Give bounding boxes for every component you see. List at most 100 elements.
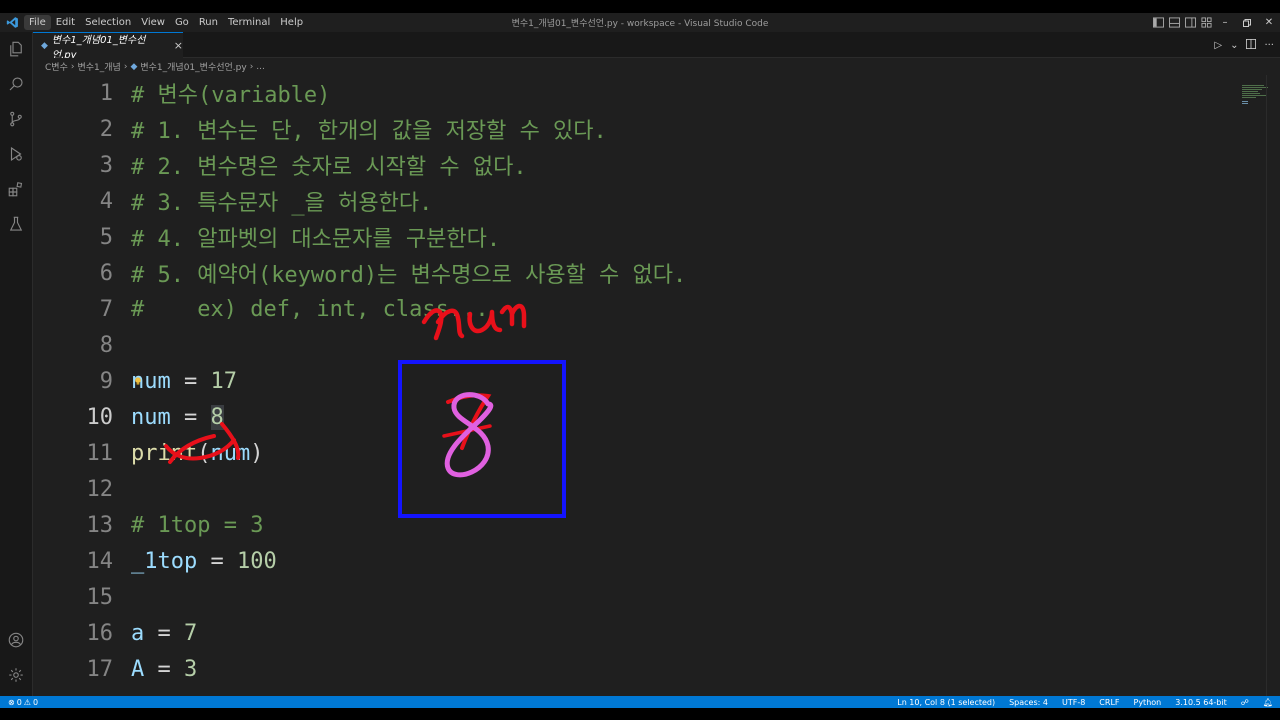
breadcrumb: C변수 › 변수1_개념 › ◆ 변수1_개념01_변수선언.py › ... bbox=[33, 58, 1280, 75]
run-debug-icon[interactable] bbox=[6, 144, 26, 164]
line-number: 11 bbox=[86, 440, 114, 466]
code-line: 2 # 1. 변수는 단, 한개의 값을 저장할 수 있다. bbox=[33, 111, 1233, 147]
variable-token: num bbox=[131, 404, 171, 430]
run-file-icon[interactable]: ▷ bbox=[1214, 40, 1222, 51]
minimap[interactable] bbox=[1242, 85, 1268, 115]
cursor-position[interactable]: Ln 10, Col 8 (1 selected) bbox=[890, 698, 1002, 707]
toggle-panel-icon[interactable] bbox=[1166, 13, 1182, 32]
error-count: 0 bbox=[16, 697, 22, 707]
code-line: 11 print(num) bbox=[33, 435, 1233, 471]
code-line: 12 bbox=[33, 471, 1233, 507]
settings-gear-icon[interactable] bbox=[6, 665, 26, 685]
breadcrumb-file[interactable]: 변수1_개념01_변수선언.py bbox=[140, 60, 246, 73]
error-icon: ⊗ bbox=[8, 697, 15, 707]
breadcrumb-separator-icon: › bbox=[249, 61, 254, 72]
code-line: 13 # 1top = 3 bbox=[33, 507, 1233, 543]
menu-help[interactable]: Help bbox=[275, 15, 308, 30]
operator-token: = bbox=[144, 620, 184, 646]
line-number: 17 bbox=[86, 656, 114, 682]
extensions-icon[interactable] bbox=[6, 179, 26, 199]
menu-edit[interactable]: Edit bbox=[51, 15, 80, 30]
argument-token: num bbox=[210, 440, 251, 466]
split-editor-icon[interactable] bbox=[1246, 38, 1257, 52]
close-window-icon[interactable]: ✕ bbox=[1258, 13, 1280, 32]
tab-label: 변수1_개념01_변수선언.py bbox=[51, 34, 146, 61]
feedback-icon[interactable]: ☍ bbox=[1234, 698, 1256, 707]
explorer-icon[interactable] bbox=[6, 39, 26, 59]
menu-file[interactable]: File bbox=[24, 15, 51, 30]
operator-token: = bbox=[170, 368, 211, 394]
variable-token: _1top bbox=[131, 548, 198, 574]
menu-terminal[interactable]: Terminal bbox=[223, 15, 275, 30]
status-bar-right: Ln 10, Col 8 (1 selected) Spaces: 4 UTF-… bbox=[890, 696, 1280, 708]
menu-view[interactable]: View bbox=[136, 15, 170, 30]
number-token: 7 bbox=[184, 620, 198, 646]
line-text: # 2. 변수명은 숫자로 시작할 수 없다. bbox=[131, 155, 527, 180]
customize-layout-icon[interactable] bbox=[1198, 13, 1214, 32]
activity-bar bbox=[0, 32, 33, 696]
accounts-icon[interactable] bbox=[6, 630, 26, 650]
search-icon[interactable] bbox=[6, 74, 26, 94]
breadcrumb-folder-2[interactable]: 변수1_개념 bbox=[77, 60, 120, 73]
encoding[interactable]: UTF-8 bbox=[1055, 698, 1092, 707]
warning-icon: ⚠ bbox=[23, 697, 31, 707]
menu-run[interactable]: Run bbox=[194, 15, 223, 30]
variable-token: a bbox=[131, 620, 145, 646]
operator-token: = bbox=[144, 656, 184, 682]
line-number: 6 bbox=[99, 260, 113, 286]
code-editor[interactable]: 1 # 변수(variable) 2 # 1. 변수는 단, 한개의 값을 저장… bbox=[33, 75, 1280, 696]
restore-icon[interactable] bbox=[1236, 13, 1258, 32]
menu-selection[interactable]: Selection bbox=[80, 15, 136, 30]
line-number: 4 bbox=[99, 188, 113, 214]
code-line: 4 # 3. 특수문자 _을 허용한다. bbox=[33, 183, 1233, 219]
vertical-scrollbar[interactable] bbox=[1266, 75, 1280, 696]
breadcrumb-more[interactable]: ... bbox=[256, 62, 265, 72]
status-bar: ⊗ 0 ⚠ 0 Ln 10, Col 8 (1 selected) Spaces… bbox=[0, 696, 1280, 708]
notifications-bell-icon[interactable]: 🔔︎ bbox=[1256, 698, 1280, 707]
line-number: 3 bbox=[99, 152, 113, 178]
menu-bar: File Edit Selection View Go Run Terminal… bbox=[24, 13, 308, 32]
run-dropdown-chevron-icon[interactable]: ⌄ bbox=[1230, 40, 1238, 51]
toggle-secondary-sidebar-icon[interactable] bbox=[1182, 13, 1198, 32]
indentation[interactable]: Spaces: 4 bbox=[1002, 698, 1055, 707]
line-number: 5 bbox=[99, 224, 113, 250]
language-mode[interactable]: Python bbox=[1127, 698, 1169, 707]
more-actions-icon[interactable]: ··· bbox=[1264, 40, 1274, 51]
warning-count: 0 bbox=[32, 697, 39, 707]
vscode-window: File Edit Selection View Go Run Terminal… bbox=[0, 13, 1280, 708]
problems-indicator[interactable]: ⊗ 0 ⚠ 0 bbox=[0, 698, 38, 707]
breadcrumb-separator-icon: › bbox=[70, 61, 75, 72]
editor-actions: ▷ ⌄ ··· bbox=[1214, 32, 1274, 58]
line-text: num = 8 bbox=[131, 404, 224, 430]
line-number: 13 bbox=[86, 512, 114, 538]
code-line: 17 A = 3 bbox=[33, 651, 1233, 687]
breadcrumb-folder-1[interactable]: C변수 bbox=[45, 60, 68, 73]
python-interpreter[interactable]: 3.10.5 64-bit bbox=[1168, 698, 1234, 707]
tab-close-icon[interactable]: × bbox=[174, 39, 183, 52]
code-line: 3 # 2. 변수명은 숫자로 시작할 수 없다. bbox=[33, 147, 1233, 183]
code-line: 14 _1top = 100 bbox=[33, 543, 1233, 579]
title-controls: – ✕ bbox=[1150, 13, 1280, 32]
line-number: 7 bbox=[99, 296, 113, 322]
line-number: 1 bbox=[99, 80, 113, 106]
vscode-logo-icon bbox=[0, 13, 24, 32]
number-token: 100 bbox=[236, 548, 277, 574]
python-file-icon: ◆ bbox=[41, 40, 48, 51]
line-text: # 변수(variable) bbox=[131, 83, 331, 108]
source-control-icon[interactable] bbox=[6, 109, 26, 129]
toggle-primary-sidebar-icon[interactable] bbox=[1150, 13, 1166, 32]
minimize-icon[interactable]: – bbox=[1214, 13, 1236, 32]
line-number: 9 bbox=[99, 368, 113, 394]
tab-active-file[interactable]: ◆ 변수1_개념01_변수선언.py × bbox=[33, 32, 183, 61]
line-number: 2 bbox=[99, 116, 113, 142]
testing-icon[interactable] bbox=[6, 214, 26, 234]
number-token: 3 bbox=[184, 656, 198, 682]
line-text: num = 17 bbox=[131, 369, 237, 394]
code-line: 8 bbox=[33, 327, 1233, 363]
menu-go[interactable]: Go bbox=[170, 15, 194, 30]
code-line: 1 # 변수(variable) bbox=[33, 75, 1233, 111]
lightbulb-icon[interactable] bbox=[134, 377, 142, 385]
end-of-line[interactable]: CRLF bbox=[1092, 698, 1126, 707]
line-number: 15 bbox=[86, 584, 114, 610]
function-token: print bbox=[131, 440, 198, 466]
